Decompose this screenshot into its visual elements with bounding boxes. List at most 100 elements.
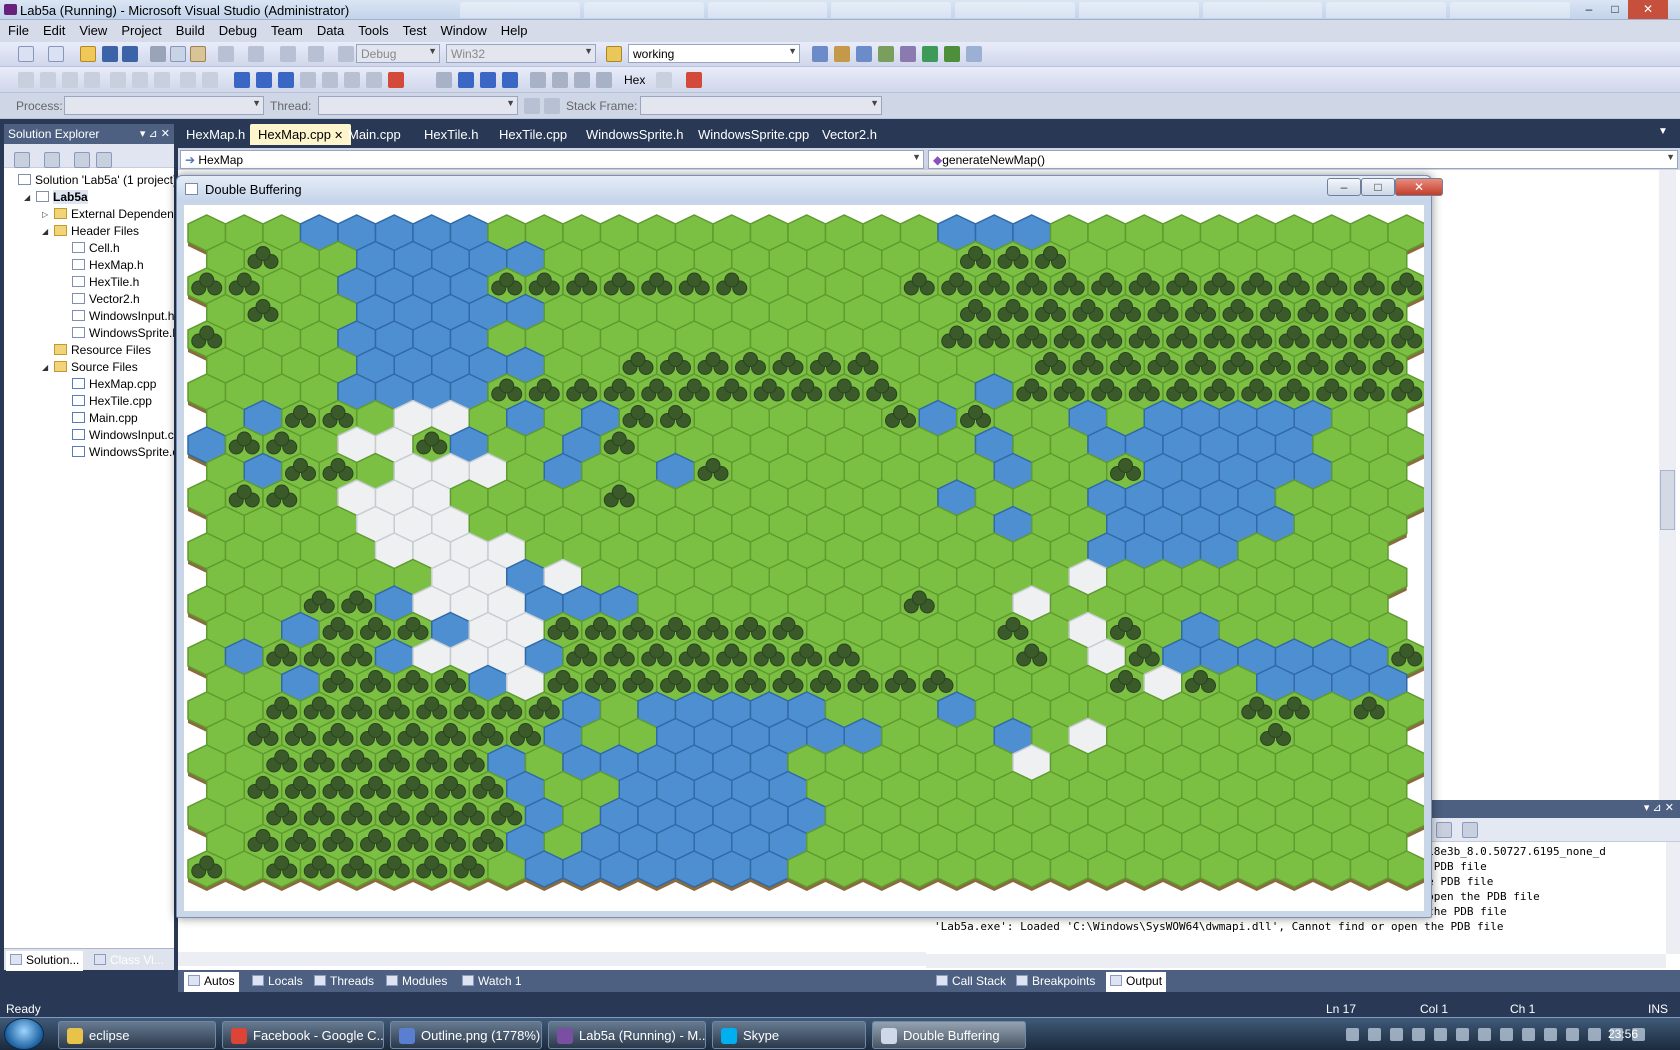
save-icon[interactable] [102,46,118,62]
taskbar-item[interactable]: Lab5a (Running) - M... [548,1021,706,1049]
comment-icon[interactable] [180,72,196,88]
paste-icon[interactable] [190,46,206,62]
tray-icon[interactable] [1456,1028,1469,1041]
tab-watch-1[interactable]: Watch 1 [458,972,526,992]
navigate-forward-icon[interactable] [308,46,324,62]
breakpoints-window-icon[interactable] [686,72,702,88]
output-vertical-scrollbar[interactable] [1666,842,1680,954]
class-view-icon[interactable] [900,46,916,62]
refresh-icon[interactable] [74,152,90,168]
add-item-icon[interactable] [48,46,64,62]
increase-indent-icon[interactable] [132,72,148,88]
word-wrap-icon[interactable] [1462,822,1478,838]
menu-item-tools[interactable]: Tools [350,20,394,38]
doc-tab[interactable]: HexMap.h [178,124,253,145]
tree-item[interactable]: Solution 'Lab5a' (1 project) [4,172,174,189]
tree-item[interactable]: ◢ Header Files [4,223,174,240]
tree-item[interactable]: ◢ Source Files [4,359,174,376]
quick-info-icon[interactable] [62,72,78,88]
tray-icon[interactable] [1500,1028,1513,1041]
decrease-indent-icon[interactable] [110,72,126,88]
tab-autos[interactable]: Autos [184,972,239,992]
taskbar-item[interactable]: Outline.png (1778%) ... [390,1021,542,1049]
doc-tab[interactable]: Vector2.h [814,124,885,145]
tray-icon[interactable] [1544,1028,1557,1041]
tray-icon[interactable] [1412,1028,1425,1041]
clear-all-icon[interactable] [1436,822,1452,838]
process-select[interactable]: ▼ [64,96,264,115]
continue-icon[interactable] [436,72,452,88]
game-maximize-button[interactable]: □ [1361,178,1395,196]
tree-item[interactable]: HexTile.h [4,274,174,291]
menu-item-debug[interactable]: Debug [211,20,263,38]
tree-item[interactable]: WindowsSprite.h [4,325,174,342]
member-combo[interactable]: ◆generateNewMap() ▼ [928,150,1678,169]
game-minimize-button[interactable]: ‒ [1327,178,1361,196]
tray-icon[interactable] [1346,1028,1359,1041]
stop-debugging-icon[interactable] [480,72,496,88]
start-button[interactable] [4,1018,44,1050]
step-into-icon[interactable] [552,72,568,88]
display-object-member-list-icon[interactable] [18,72,34,88]
menu-item-project[interactable]: Project [113,20,167,38]
tray-icon[interactable] [1478,1028,1491,1041]
tab-class-view[interactable]: Class Vi... [90,951,168,971]
expander-icon[interactable]: ◢ [24,189,30,206]
tree-item[interactable]: WindowsInput.cpp [4,427,174,444]
find-combo[interactable]: working ▼ [628,44,800,63]
next-bookmark-icon[interactable] [278,72,294,88]
expander-icon[interactable]: ◢ [42,359,48,376]
class-combo[interactable]: ➔ HexMap ▼ [180,150,924,169]
menu-item-test[interactable]: Test [395,20,433,38]
toolbox-icon[interactable] [878,46,894,62]
tray-icon[interactable] [1522,1028,1535,1041]
copy-icon[interactable] [170,46,186,62]
tray-icon[interactable] [1368,1028,1381,1041]
toggle-bookmark-icon[interactable] [234,72,250,88]
expander-icon[interactable]: ◢ [42,223,48,240]
tab-modules[interactable]: Modules [382,972,451,992]
start-debugging-icon[interactable] [338,46,354,62]
word-completion-icon[interactable] [84,72,100,88]
properties-icon[interactable] [14,152,30,168]
new-project-icon[interactable] [18,46,34,62]
taskbar-item[interactable]: Facebook - Google C... [222,1021,384,1049]
menu-item-view[interactable]: View [71,20,113,38]
menu-item-edit[interactable]: Edit [35,20,71,38]
cut-icon[interactable] [150,46,166,62]
editor-scroll-thumb[interactable] [1660,470,1675,530]
taskbar-item[interactable]: Skype [712,1021,866,1049]
configuration-select[interactable]: Debug ▼ [356,44,440,63]
show-next-statement-icon[interactable] [530,72,546,88]
hex-toggle[interactable]: Hex [624,73,645,87]
tree-item[interactable]: HexTile.cpp [4,393,174,410]
menu-item-team[interactable]: Team [263,20,309,38]
clear-bookmarks-icon[interactable] [388,72,404,88]
expander-icon[interactable]: ▷ [42,206,48,223]
platform-select[interactable]: Win32 ▼ [446,44,596,63]
tree-item[interactable]: Resource Files [4,342,174,359]
navigate-backward-icon[interactable] [280,46,296,62]
outdent-icon[interactable] [154,72,170,88]
tree-item[interactable]: HexMap.cpp [4,376,174,393]
stack-frame-select[interactable]: ▼ [640,96,882,115]
open-file-icon[interactable] [80,46,96,62]
doc-tab[interactable]: HexMap.cpp ✕ [250,124,352,145]
tree-item[interactable]: Vector2.h [4,291,174,308]
start-page-icon[interactable] [922,46,938,62]
step-out-icon[interactable] [596,72,612,88]
uncomment-icon[interactable] [202,72,218,88]
show-threads-icon[interactable] [656,72,672,88]
tab-threads[interactable]: Threads [310,972,378,992]
tree-item[interactable]: WindowsInput.h [4,308,174,325]
tray-icon[interactable] [1566,1028,1579,1041]
display-parameter-info-icon[interactable] [40,72,56,88]
tab-call-stack[interactable]: Call Stack [932,972,1010,992]
tray-icon[interactable] [1390,1028,1403,1041]
view-class-diagram-icon[interactable] [96,152,112,168]
output-horizontal-scrollbar[interactable] [926,954,1666,968]
redo-icon[interactable] [248,46,264,62]
minimize-button[interactable]: ‒ [1576,0,1602,19]
solution-explorer-icon[interactable] [812,46,828,62]
tree-item[interactable]: HexMap.h [4,257,174,274]
